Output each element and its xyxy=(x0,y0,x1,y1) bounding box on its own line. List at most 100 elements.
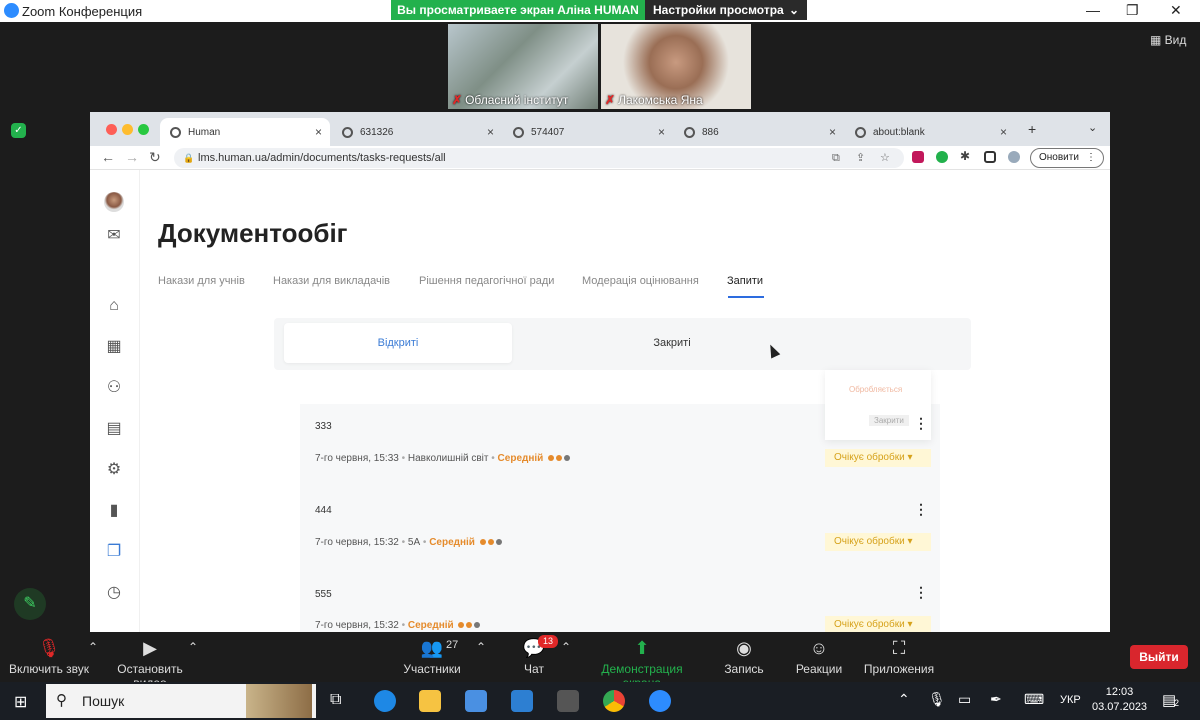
taskbar-clock[interactable]: 12:03 03.07.2023 xyxy=(1092,685,1147,715)
keyboard-icon[interactable]: ⌨ xyxy=(1024,691,1044,708)
minimize-traffic-light[interactable] xyxy=(122,124,133,135)
address-bar[interactable]: 🔒 lms.human.ua/admin/documents/tasks-req… xyxy=(174,148,904,168)
request-meta: 7-го червня, 15:32 • Середній xyxy=(315,620,481,631)
documents-icon[interactable]: ❐ xyxy=(104,542,124,562)
chrome-icon[interactable] xyxy=(603,690,625,712)
open-external-icon[interactable]: ⧉ xyxy=(832,148,840,168)
view-settings-button[interactable]: Настройки просмотра ⌄ xyxy=(645,0,807,20)
zoom-logo-icon xyxy=(4,3,19,18)
update-button[interactable]: Оновити ⋮ xyxy=(1030,148,1104,168)
tab-close-icon[interactable]: × xyxy=(829,125,836,139)
reactions-label: Реакции xyxy=(795,662,843,676)
menu-item-processing[interactable]: Обробляється xyxy=(849,385,902,394)
segment-closed[interactable]: Закриті xyxy=(562,323,782,363)
language-indicator[interactable]: УКР xyxy=(1060,694,1081,706)
row-more-icon[interactable]: ⋮ xyxy=(914,415,928,432)
browser-tab[interactable]: 631326 × xyxy=(332,118,502,146)
tab-close-icon[interactable]: × xyxy=(315,125,322,139)
side-panel-icon[interactable] xyxy=(984,151,996,163)
video-thumbnail[interactable]: ✗ Обласний інститут xyxy=(448,24,598,109)
nav-tab-grading-moderation[interactable]: Модерація оцінювання xyxy=(582,275,699,287)
new-tab-icon[interactable]: + xyxy=(1028,121,1036,137)
tab-search-chevron-icon[interactable]: ⌄ xyxy=(1088,121,1097,134)
record-button[interactable]: ◉ Запись xyxy=(718,632,770,676)
maximize-button[interactable]: ❐ xyxy=(1126,2,1139,19)
annotate-pencil-icon[interactable]: ✎ xyxy=(14,588,46,620)
puzzle-extensions-icon[interactable]: ✱ xyxy=(960,149,970,163)
bar-chart-icon[interactable]: ▮ xyxy=(104,501,124,521)
task-view-icon[interactable]: ⧉ xyxy=(330,691,341,709)
search-highlight-image xyxy=(246,684,312,718)
gear-icon[interactable]: ⚙ xyxy=(104,460,124,480)
close-window-button[interactable]: ✕ xyxy=(1170,2,1182,19)
video-options-chevron-icon[interactable]: ⌃ xyxy=(188,640,198,654)
network-icon[interactable]: ▭ xyxy=(958,691,971,708)
bookmark-star-icon[interactable]: ☆ xyxy=(880,148,890,168)
minimize-button[interactable]: — xyxy=(1086,2,1100,18)
chat-chevron-icon[interactable]: ⌃ xyxy=(561,640,571,654)
edge-icon[interactable] xyxy=(374,690,396,712)
nav-tab-council-decisions[interactable]: Рішення педагогічної ради xyxy=(419,275,554,287)
leave-meeting-button[interactable]: Выйти xyxy=(1130,645,1188,669)
status-dropdown[interactable]: Очікує обробки ▾ xyxy=(825,533,931,551)
browser-tab[interactable]: Human × xyxy=(160,118,330,146)
participants-chevron-icon[interactable]: ⌃ xyxy=(476,640,486,654)
back-arrow-icon[interactable]: ← xyxy=(101,149,115,165)
file-explorer-icon[interactable] xyxy=(419,690,441,712)
status-dropdown[interactable]: Очікує обробки ▾ xyxy=(825,449,931,467)
row-more-icon[interactable]: ⋮ xyxy=(914,501,928,518)
tab-close-icon[interactable]: × xyxy=(658,125,665,139)
extension-icon[interactable] xyxy=(936,151,948,163)
nav-tab-requests[interactable]: Запити xyxy=(727,275,763,287)
forward-arrow-icon[interactable]: → xyxy=(125,149,139,165)
tab-close-icon[interactable]: × xyxy=(1000,125,1007,139)
unmute-button[interactable]: 🎙 Включить звук xyxy=(8,632,90,676)
share-icon[interactable]: ⇪ xyxy=(856,148,865,168)
menu-item-close[interactable]: Закрити xyxy=(869,415,909,426)
mail-icon[interactable]: ✉ xyxy=(104,226,124,246)
calendar-icon[interactable]: ▤ xyxy=(104,419,124,439)
search-icon: ⚲ xyxy=(56,692,67,709)
browser-tab[interactable]: 886 × xyxy=(674,118,844,146)
mail-app-icon[interactable] xyxy=(511,690,533,712)
history-icon[interactable]: ◷ xyxy=(104,583,124,603)
nav-tab-teacher-orders[interactable]: Накази для викладачів xyxy=(273,275,390,287)
segment-open[interactable]: Відкриті xyxy=(284,323,512,363)
tab-label: Human xyxy=(188,126,221,138)
home-icon[interactable]: ⌂ xyxy=(104,296,124,316)
zoom-traffic-light[interactable] xyxy=(138,124,149,135)
pen-icon[interactable]: ✒ xyxy=(990,691,1002,708)
status-dropdown[interactable]: Очікує обробки ▾ xyxy=(825,616,931,632)
video-thumbnail[interactable]: ✗ Лакомська Яна xyxy=(601,24,751,109)
camera-icon[interactable] xyxy=(557,690,579,712)
store-icon[interactable] xyxy=(465,690,487,712)
browser-tab[interactable]: about:blank × xyxy=(845,118,1015,146)
clock-time: 12:03 xyxy=(1105,686,1134,698)
view-button[interactable]: ▦ Вид xyxy=(1150,33,1186,47)
request-name[interactable]: 333 xyxy=(315,421,332,432)
extension-icon[interactable] xyxy=(912,151,924,163)
request-name[interactable]: 444 xyxy=(315,505,332,516)
windows-start-icon[interactable]: ⊞ xyxy=(14,692,27,712)
tab-close-icon[interactable]: × xyxy=(487,125,494,139)
taskbar-search-box[interactable]: ⚲ Пошук xyxy=(46,684,316,718)
reload-icon[interactable]: ↻ xyxy=(149,149,161,166)
grid-icon[interactable]: ▦ xyxy=(104,337,124,357)
security-shield-icon[interactable]: ✓ xyxy=(11,123,26,138)
audio-options-chevron-icon[interactable]: ⌃ xyxy=(88,640,98,654)
close-traffic-light[interactable] xyxy=(106,124,117,135)
avatar[interactable] xyxy=(104,192,124,212)
tray-mic-icon[interactable]: 🎙 xyxy=(928,691,946,708)
apps-button[interactable]: ⛶ Приложения xyxy=(862,632,936,676)
nav-tab-student-orders[interactable]: Накази для учнів xyxy=(158,275,245,287)
request-subject: 5А xyxy=(407,537,421,548)
zoom-taskbar-icon[interactable] xyxy=(649,690,671,712)
row-more-icon[interactable]: ⋮ xyxy=(914,584,928,601)
browser-tab[interactable]: 574407 × xyxy=(503,118,673,146)
profile-icon[interactable] xyxy=(1008,151,1020,163)
reactions-button[interactable]: ☺ Реакции xyxy=(792,632,846,676)
tray-chevron-icon[interactable]: ⌃ xyxy=(898,691,910,708)
unmute-label: Включить звук xyxy=(8,662,90,676)
request-name[interactable]: 555 xyxy=(315,589,332,600)
users-icon[interactable]: ⚇ xyxy=(104,378,124,398)
